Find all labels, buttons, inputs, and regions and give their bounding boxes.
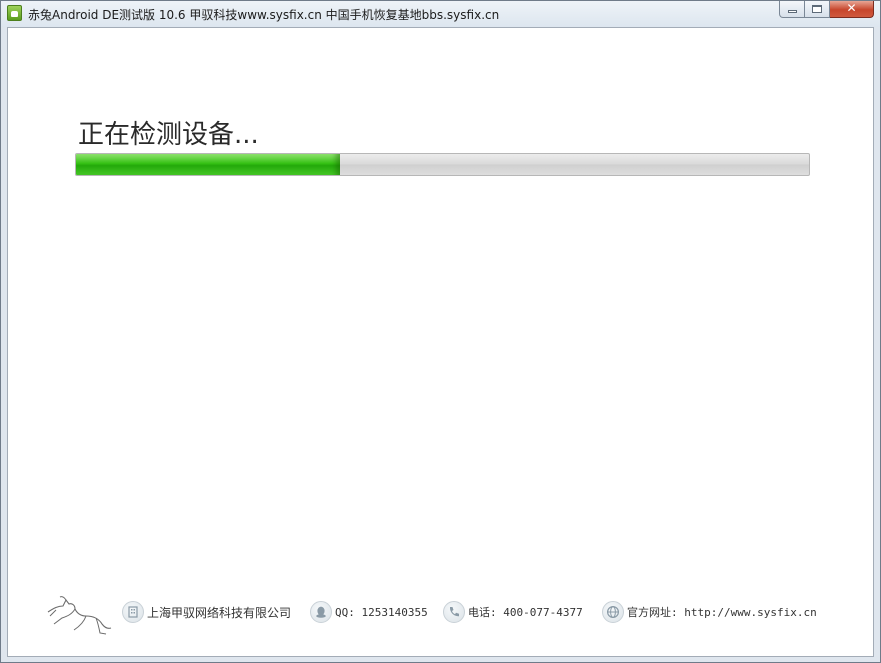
status-heading: 正在检测设备... bbox=[78, 120, 259, 150]
window-title: 赤兔Android DE测试版 10.6 甲驭科技www.sysfix.cn 中… bbox=[28, 8, 500, 22]
maximize-icon bbox=[812, 5, 822, 13]
qq-number: QQ: 1253140355 bbox=[335, 605, 428, 619]
minimize-button[interactable] bbox=[779, 1, 805, 18]
footer: 上海甲驭网络科技有限公司 QQ: 1253140355 电话: 400-077-… bbox=[44, 584, 864, 636]
footer-phone: 电话: 400-077-4377 bbox=[443, 600, 583, 624]
footer-qq: QQ: 1253140355 bbox=[310, 600, 428, 624]
minimize-icon bbox=[788, 10, 797, 13]
website-link[interactable]: 官方网址: http://www.sysfix.cn bbox=[627, 604, 817, 620]
qq-penguin-icon bbox=[310, 601, 332, 623]
building-icon bbox=[122, 601, 144, 623]
main-panel: 正在检测设备... 上海甲驭网络科技有限公司 QQ: 1253140355 电话… bbox=[7, 27, 874, 657]
horse-logo-icon bbox=[47, 596, 112, 635]
globe-icon bbox=[602, 601, 624, 623]
footer-company: 上海甲驭网络科技有限公司 bbox=[122, 600, 291, 624]
android-app-icon[interactable] bbox=[7, 5, 22, 21]
title-bar[interactable]: 赤兔Android DE测试版 10.6 甲驭科技www.sysfix.cn 中… bbox=[1, 1, 880, 27]
company-name: 上海甲驭网络科技有限公司 bbox=[147, 605, 292, 620]
maximize-button[interactable] bbox=[805, 1, 830, 18]
close-button[interactable]: ✕ bbox=[830, 1, 874, 18]
progress-bar-fill bbox=[76, 154, 340, 175]
phone-icon bbox=[443, 601, 465, 623]
phone-number: 电话: 400-077-4377 bbox=[468, 606, 583, 619]
progress-bar bbox=[75, 153, 810, 176]
caption-buttons: ✕ bbox=[779, 1, 874, 19]
footer-website: 官方网址: http://www.sysfix.cn bbox=[602, 600, 817, 624]
close-icon: ✕ bbox=[846, 1, 857, 15]
app-window: 赤兔Android DE测试版 10.6 甲驭科技www.sysfix.cn 中… bbox=[0, 0, 881, 663]
